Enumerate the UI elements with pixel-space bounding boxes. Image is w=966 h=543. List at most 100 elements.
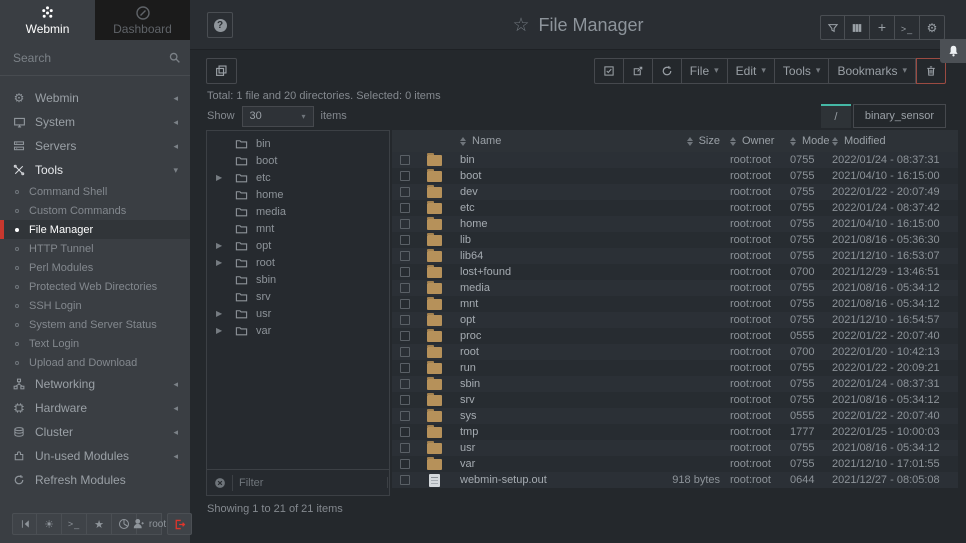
file-name[interactable]: srv: [450, 394, 642, 406]
menu-file[interactable]: File ▾: [682, 58, 728, 84]
file-name[interactable]: root: [450, 346, 642, 358]
row-checkbox[interactable]: [400, 459, 410, 469]
tree-item-bin[interactable]: bin: [207, 135, 389, 152]
table-row[interactable]: usr root:root 0755 2021/08/16 - 05:34:12: [392, 440, 958, 456]
file-name[interactable]: media: [450, 282, 642, 294]
table-row[interactable]: webmin-setup.out 918 bytes root:root 064…: [392, 472, 958, 488]
logout-button[interactable]: [167, 513, 192, 535]
clear-filter-icon[interactable]: [214, 477, 226, 489]
collapse-button[interactable]: [12, 513, 37, 535]
table-row[interactable]: proc root:root 0555 2022/01/22 - 20:07:4…: [392, 328, 958, 344]
row-checkbox[interactable]: [400, 187, 410, 197]
row-checkbox[interactable]: [400, 443, 410, 453]
row-checkbox[interactable]: [400, 299, 410, 309]
file-name[interactable]: mnt: [450, 298, 642, 310]
sidebar-item-file-manager[interactable]: File Manager: [0, 220, 190, 239]
row-checkbox[interactable]: [400, 363, 410, 373]
row-checkbox[interactable]: [400, 395, 410, 405]
row-checkbox[interactable]: [400, 475, 410, 485]
breadcrumb-path-button[interactable]: binary_sensor: [853, 104, 946, 128]
file-name[interactable]: boot: [450, 170, 642, 182]
table-row[interactable]: sys root:root 0555 2022/01/22 - 20:07:40: [392, 408, 958, 424]
notifications-button[interactable]: [940, 39, 966, 63]
sidebar-item-custom-commands[interactable]: Custom Commands: [0, 201, 190, 220]
columns-button[interactable]: [845, 15, 870, 40]
sidebar-item-system-and-server-status[interactable]: System and Server Status: [0, 315, 190, 334]
export-button[interactable]: [624, 58, 653, 84]
row-checkbox[interactable]: [400, 315, 410, 325]
file-name[interactable]: lib: [450, 234, 642, 246]
file-name[interactable]: sys: [450, 410, 642, 422]
column-header-name[interactable]: Name: [450, 135, 642, 147]
breadcrumb-root-button[interactable]: /: [821, 104, 851, 128]
tree-item-usr[interactable]: ▶ usr: [207, 305, 389, 322]
table-row[interactable]: etc root:root 0755 2022/01/24 - 08:37:42: [392, 200, 958, 216]
tree-item-root[interactable]: ▶ root: [207, 254, 389, 271]
menu-tools[interactable]: Tools ▾: [775, 58, 830, 84]
file-name[interactable]: var: [450, 458, 642, 470]
table-row[interactable]: opt root:root 0755 2021/12/10 - 16:54:57: [392, 312, 958, 328]
select-all-button[interactable]: [594, 58, 624, 84]
tree-item-boot[interactable]: boot: [207, 152, 389, 169]
sidebar-item-upload-and-download[interactable]: Upload and Download: [0, 353, 190, 372]
sidebar-item-command-shell[interactable]: Command Shell: [0, 182, 190, 201]
file-name[interactable]: usr: [450, 442, 642, 454]
file-name[interactable]: bin: [450, 154, 642, 166]
items-per-page-select[interactable]: 30 ▾: [242, 106, 314, 127]
row-checkbox[interactable]: [400, 235, 410, 245]
column-header-mode[interactable]: Mode: [786, 135, 832, 147]
row-checkbox[interactable]: [400, 171, 410, 181]
tree-item-media[interactable]: media: [207, 203, 389, 220]
tree-item-var[interactable]: ▶ var: [207, 322, 389, 339]
table-row[interactable]: root root:root 0700 2022/01/20 - 10:42:1…: [392, 344, 958, 360]
sidebar-item-ssh-login[interactable]: SSH Login: [0, 296, 190, 315]
file-name[interactable]: lost+found: [450, 266, 642, 278]
tab-webmin[interactable]: Webmin: [0, 0, 95, 40]
table-row[interactable]: lib64 root:root 0755 2021/12/10 - 16:53:…: [392, 248, 958, 264]
table-row[interactable]: home root:root 0755 2021/04/10 - 16:15:0…: [392, 216, 958, 232]
filter-button[interactable]: [820, 15, 845, 40]
sidebar-item-cluster[interactable]: Cluster ◂: [0, 420, 190, 444]
sidebar-item-un-used-modules[interactable]: Un-used Modules ◂: [0, 444, 190, 468]
user-button[interactable]: root: [137, 513, 162, 535]
search-input[interactable]: [13, 51, 168, 65]
tree-item-etc[interactable]: ▶ etc: [207, 169, 389, 186]
row-checkbox[interactable]: [400, 251, 410, 261]
table-row[interactable]: lib root:root 0755 2021/08/16 - 05:36:30: [392, 232, 958, 248]
caret-right-icon[interactable]: ▶: [207, 173, 221, 182]
file-name[interactable]: dev: [450, 186, 642, 198]
row-checkbox[interactable]: [400, 379, 410, 389]
sidebar-item-system[interactable]: System ◂: [0, 110, 190, 134]
caret-right-icon[interactable]: ▶: [207, 326, 221, 335]
table-row[interactable]: srv root:root 0755 2021/08/16 - 05:34:12: [392, 392, 958, 408]
select-view-button[interactable]: [206, 58, 237, 84]
table-row[interactable]: run root:root 0755 2022/01/22 - 20:09:21: [392, 360, 958, 376]
table-row[interactable]: dev root:root 0755 2022/01/22 - 20:07:49: [392, 184, 958, 200]
sidebar-item-servers[interactable]: Servers ◂: [0, 134, 190, 158]
tab-dashboard[interactable]: Dashboard: [95, 0, 190, 40]
sidebar-item-tools[interactable]: Tools ▾: [0, 158, 190, 182]
caret-right-icon[interactable]: ▶: [207, 258, 221, 267]
menu-bookmarks[interactable]: Bookmarks ▾: [829, 58, 916, 84]
tree-item-srv[interactable]: srv: [207, 288, 389, 305]
terminal-button[interactable]: >_: [895, 15, 920, 40]
help-button[interactable]: ?: [207, 12, 233, 38]
sidebar-item-http-tunnel[interactable]: HTTP Tunnel: [0, 239, 190, 258]
table-row[interactable]: tmp root:root 1777 2022/01/25 - 10:00:03: [392, 424, 958, 440]
row-checkbox[interactable]: [400, 427, 410, 437]
file-name[interactable]: tmp: [450, 426, 642, 438]
table-row[interactable]: sbin root:root 0755 2022/01/24 - 08:37:3…: [392, 376, 958, 392]
terminal-button[interactable]: >_: [62, 513, 87, 535]
tree-item-mnt[interactable]: mnt: [207, 220, 389, 237]
row-checkbox[interactable]: [400, 155, 410, 165]
theme-sun-button[interactable]: ☀: [37, 513, 62, 535]
file-name[interactable]: run: [450, 362, 642, 374]
file-name[interactable]: home: [450, 218, 642, 230]
sidebar-item-webmin[interactable]: ⚙ Webmin ◂: [0, 86, 190, 110]
table-row[interactable]: bin root:root 0755 2022/01/24 - 08:37:31: [392, 152, 958, 168]
settings-button[interactable]: ⚙: [920, 15, 945, 40]
table-row[interactable]: lost+found root:root 0700 2021/12/29 - 1…: [392, 264, 958, 280]
file-name[interactable]: lib64: [450, 250, 642, 262]
row-checkbox[interactable]: [400, 219, 410, 229]
caret-right-icon[interactable]: ▶: [207, 241, 221, 250]
